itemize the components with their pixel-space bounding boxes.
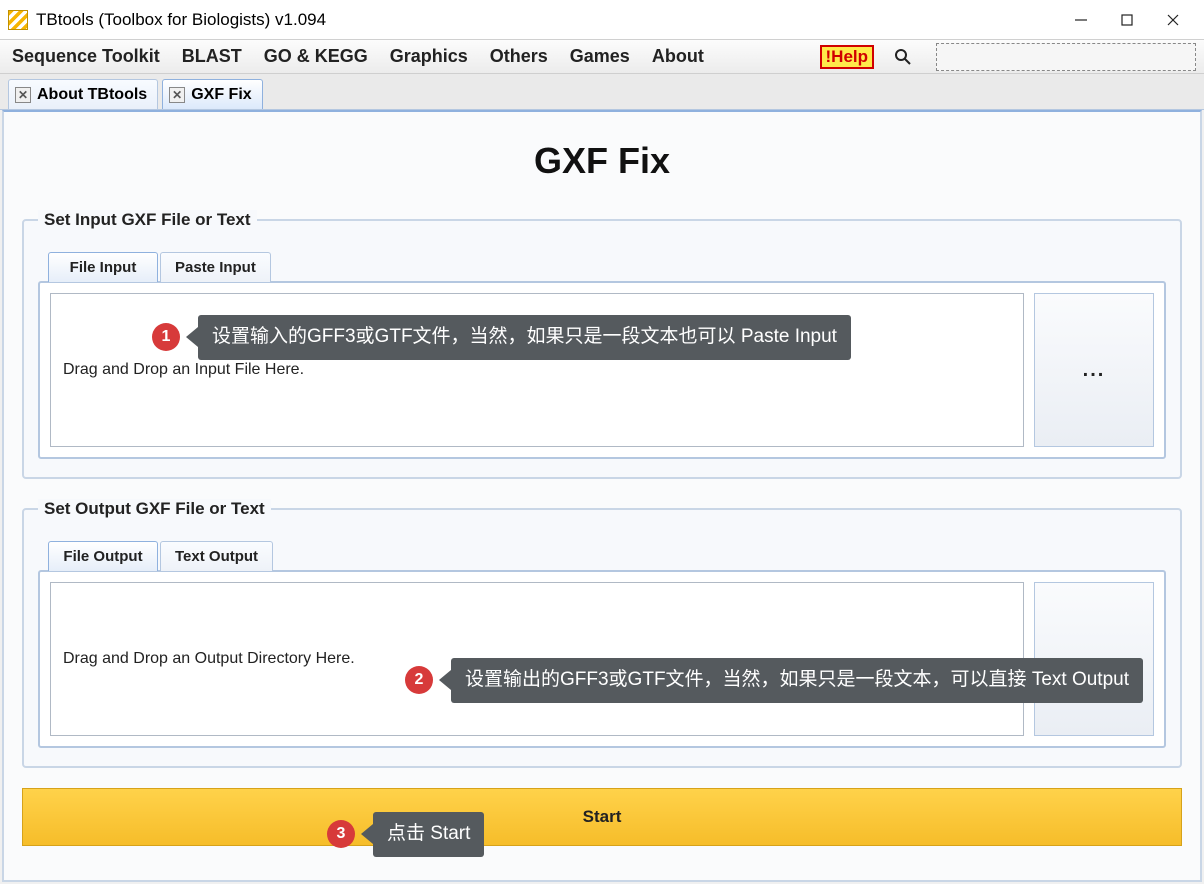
search-input[interactable] (936, 43, 1196, 71)
document-tabbar: ✕ About TBtools ✕ GXF Fix (0, 74, 1204, 110)
menubar: Sequence Toolkit BLAST GO & KEGG Graphic… (0, 40, 1204, 74)
start-button[interactable]: Start (22, 788, 1182, 846)
tab-gxf-fix[interactable]: ✕ GXF Fix (162, 79, 262, 109)
workarea: GXF Fix Set Input GXF File or Text File … (2, 110, 1202, 882)
close-button[interactable] (1150, 5, 1196, 35)
output-panel: Drag and Drop an Output Directory Here. … (38, 570, 1166, 748)
menu-about[interactable]: About (648, 44, 708, 69)
menu-blast[interactable]: BLAST (178, 44, 246, 69)
output-browse-button[interactable]: ... (1034, 582, 1154, 736)
search-icon[interactable] (892, 46, 914, 68)
tab-about-tbtools[interactable]: ✕ About TBtools (8, 79, 158, 109)
maximize-button[interactable] (1104, 5, 1150, 35)
app-icon (8, 10, 28, 30)
tab-close-icon[interactable]: ✕ (15, 87, 31, 103)
menu-sequence-toolkit[interactable]: Sequence Toolkit (8, 44, 164, 69)
tab-close-icon[interactable]: ✕ (169, 87, 185, 103)
window-title: TBtools (Toolbox for Biologists) v1.094 (36, 10, 1058, 30)
output-drop-area[interactable]: Drag and Drop an Output Directory Here. (50, 582, 1024, 736)
input-browse-button[interactable]: ... (1034, 293, 1154, 447)
output-legend: Set Output GXF File or Text (38, 499, 271, 519)
help-button[interactable]: !Help (820, 45, 875, 69)
menu-games[interactable]: Games (566, 44, 634, 69)
tab-paste-input[interactable]: Paste Input (160, 252, 271, 282)
window-controls (1058, 5, 1196, 35)
titlebar: TBtools (Toolbox for Biologists) v1.094 (0, 0, 1204, 40)
input-section: Set Input GXF File or Text File Input Pa… (22, 210, 1182, 479)
output-section: Set Output GXF File or Text File Output … (22, 499, 1182, 768)
input-drop-area[interactable]: Drag and Drop an Input File Here. (50, 293, 1024, 447)
output-tabs: File Output Text Output (48, 541, 1166, 571)
input-legend: Set Input GXF File or Text (38, 210, 257, 230)
tab-file-output[interactable]: File Output (48, 541, 158, 571)
menu-others[interactable]: Others (486, 44, 552, 69)
input-panel: Drag and Drop an Input File Here. ... (38, 281, 1166, 459)
tab-label: About TBtools (37, 86, 147, 104)
menu-go-kegg[interactable]: GO & KEGG (260, 44, 372, 69)
close-icon (1166, 13, 1180, 27)
minimize-button[interactable] (1058, 5, 1104, 35)
minimize-icon (1074, 13, 1088, 27)
tab-file-input[interactable]: File Input (48, 252, 158, 282)
input-tabs: File Input Paste Input (48, 252, 1166, 282)
menu-graphics[interactable]: Graphics (386, 44, 472, 69)
tab-label: GXF Fix (191, 86, 251, 104)
maximize-icon (1121, 14, 1133, 26)
page-title: GXF Fix (22, 140, 1182, 182)
tab-text-output[interactable]: Text Output (160, 541, 273, 571)
